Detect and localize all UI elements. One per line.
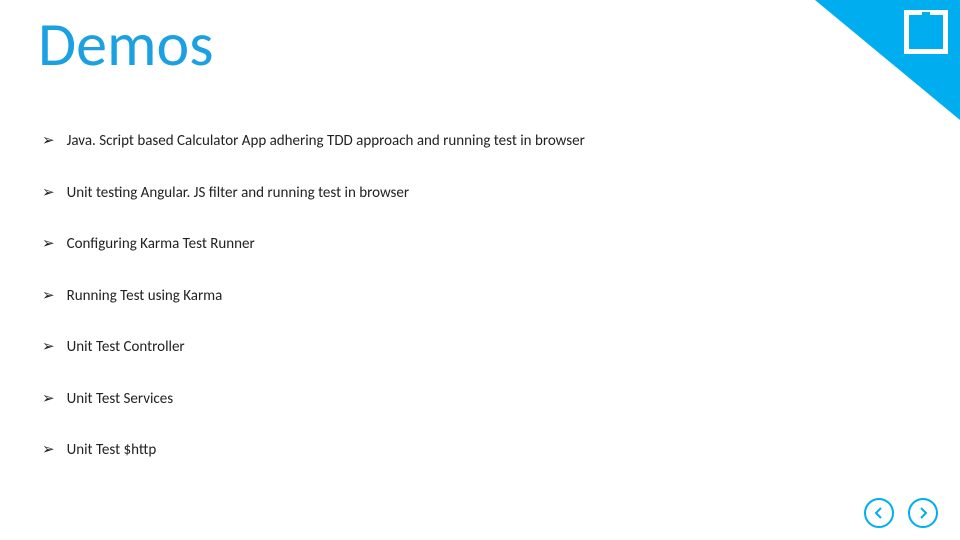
list-item-text: Java. Script based Calculator App adheri… — [67, 132, 585, 152]
bullet-arrow-icon: ➢ — [42, 235, 55, 255]
bullet-arrow-icon: ➢ — [42, 184, 55, 204]
list-item: ➢ Java. Script based Calculator App adhe… — [42, 132, 900, 152]
list-item-text: Running Test using Karma — [67, 287, 223, 307]
list-item: ➢ Unit testing Angular. JS filter and ru… — [42, 184, 900, 204]
list-item-text: Unit Test $http — [67, 441, 157, 461]
nav-controls — [864, 498, 938, 528]
list-item-text: Unit testing Angular. JS filter and runn… — [67, 184, 410, 204]
list-item-text: Unit Test Controller — [67, 338, 185, 358]
list-item-text: Configuring Karma Test Runner — [67, 235, 255, 255]
list-item: ➢ Unit Test Services — [42, 390, 900, 410]
slide-title: Demos — [38, 6, 213, 82]
list-item-text: Unit Test Services — [67, 390, 174, 410]
brand-logo-icon — [904, 10, 948, 59]
bullet-arrow-icon: ➢ — [42, 338, 55, 358]
bullet-arrow-icon: ➢ — [42, 132, 55, 152]
list-item: ➢ Configuring Karma Test Runner — [42, 235, 900, 255]
list-item: ➢ Running Test using Karma — [42, 287, 900, 307]
bullet-arrow-icon: ➢ — [42, 441, 55, 461]
bullet-arrow-icon: ➢ — [42, 390, 55, 410]
arrow-right-icon — [916, 506, 930, 520]
list-item: ➢ Unit Test Controller — [42, 338, 900, 358]
bullet-arrow-icon: ➢ — [42, 287, 55, 307]
list-item: ➢ Unit Test $http — [42, 441, 900, 461]
next-button[interactable] — [908, 498, 938, 528]
arrow-left-icon — [872, 506, 886, 520]
prev-button[interactable] — [864, 498, 894, 528]
bullet-list: ➢ Java. Script based Calculator App adhe… — [42, 132, 900, 493]
